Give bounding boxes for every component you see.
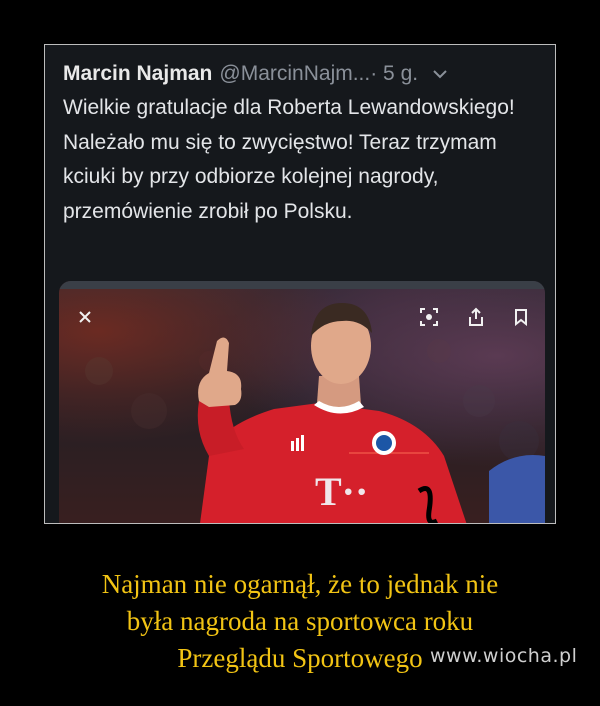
- caption-line: była nagroda na sportowca roku: [126, 606, 474, 636]
- chevron-down-icon[interactable]: [432, 66, 448, 82]
- demotivator-frame: Marcin Najman @MarcinNajm... · 5 g. Wiel…: [44, 44, 556, 524]
- photo-viewer[interactable]: T··: [59, 281, 545, 523]
- caption-line: Najman nie ogarnął, że to jednak nie: [101, 569, 499, 599]
- author-name[interactable]: Marcin Najman: [63, 59, 212, 89]
- jersey-logo: T··: [315, 469, 368, 514]
- tweet-header: Marcin Najman @MarcinNajm... · 5 g.: [63, 59, 539, 89]
- photo-topbar: [59, 281, 545, 289]
- share-icon[interactable]: [466, 307, 486, 327]
- close-icon[interactable]: [75, 307, 95, 327]
- watermark: www.wiocha.pl: [430, 645, 578, 667]
- author-handle[interactable]: @MarcinNajm...: [219, 59, 370, 89]
- tweet-time: · 5 g.: [370, 62, 419, 85]
- lens-icon[interactable]: [419, 307, 439, 327]
- bookmark-icon[interactable]: [511, 307, 531, 327]
- tweet-text: Wielkie gratulacje dla Roberta Lewandows…: [63, 96, 515, 223]
- tweet: Marcin Najman @MarcinNajm... · 5 g. Wiel…: [45, 45, 555, 285]
